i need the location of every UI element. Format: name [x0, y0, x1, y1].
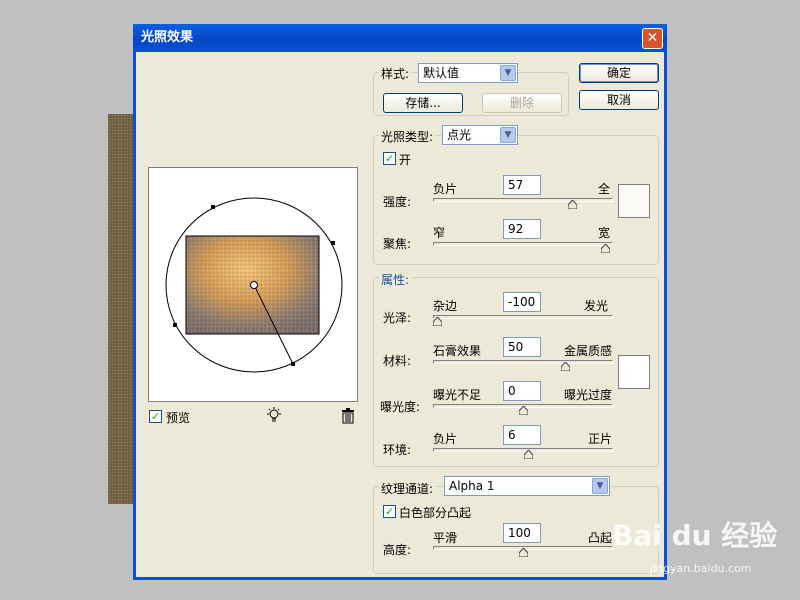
exposure-label: 曝光度:	[380, 400, 421, 414]
white-high-label: 白色部分凸起	[399, 506, 472, 520]
style-select-value: 默认值	[423, 66, 460, 80]
height-right-label: 凸起	[588, 531, 613, 545]
gloss-label: 光泽:	[383, 311, 412, 325]
light-preview-graphic[interactable]	[149, 168, 357, 401]
ellipse-handle-right[interactable]	[331, 241, 335, 245]
save-style-button[interactable]: 存储...	[383, 93, 463, 113]
gloss-slider[interactable]	[433, 315, 613, 319]
cancel-button[interactable]: 取消	[579, 90, 659, 110]
properties-color-swatch[interactable]	[618, 355, 650, 389]
ambience-label: 环境:	[383, 443, 412, 457]
watermark-logo: Bai du 经验	[612, 519, 778, 552]
intensity-right-label: 全	[598, 182, 611, 196]
light-center-handle[interactable]	[250, 281, 258, 289]
texture-channel-select[interactable]: Alpha 1 ▼	[444, 476, 610, 496]
chevron-down-icon: ▼	[500, 127, 516, 143]
exposure-left-label: 曝光不足	[433, 388, 482, 402]
material-left-label: 石膏效果	[433, 344, 482, 358]
ellipse-handle-left[interactable]	[173, 323, 177, 327]
close-icon: ✕	[646, 30, 659, 46]
intensity-left-label: 负片	[433, 182, 458, 196]
texture-channel-label: 纹理通道:	[379, 480, 436, 497]
light-type-select[interactable]: 点光 ▼	[442, 125, 518, 145]
intensity-slider[interactable]	[433, 198, 613, 202]
focus-label: 聚焦:	[383, 237, 412, 251]
gloss-left-label: 杂边	[433, 299, 458, 313]
light-color-swatch[interactable]	[618, 184, 650, 218]
height-slider-thumb[interactable]	[518, 548, 528, 557]
preview-checkbox[interactable]: ✓	[149, 410, 162, 423]
properties-label: 属性:	[379, 271, 412, 288]
white-high-checkbox[interactable]: ✓	[383, 505, 396, 518]
ambience-input[interactable]: 6	[503, 425, 541, 445]
height-left-label: 平滑	[433, 531, 458, 545]
gloss-input[interactable]: -100	[503, 292, 541, 312]
material-slider-thumb[interactable]	[561, 362, 571, 371]
title-bar[interactable]: 光照效果 ✕	[133, 24, 667, 52]
trash-icon[interactable]	[341, 408, 355, 424]
style-select[interactable]: 默认值 ▼	[418, 63, 518, 83]
style-label: 样式:	[379, 65, 412, 82]
light-bulb-icon[interactable]	[266, 407, 282, 425]
focus-right-label: 宽	[598, 226, 611, 240]
exposure-input[interactable]: 0	[503, 381, 541, 401]
exposure-slider-thumb[interactable]	[518, 406, 528, 415]
ambience-right-label: 正片	[588, 432, 613, 446]
ok-button[interactable]: 确定	[579, 63, 659, 83]
exposure-right-label: 曝光过度	[564, 388, 613, 402]
material-input[interactable]: 50	[503, 337, 541, 357]
intensity-label: 强度:	[383, 195, 412, 209]
chevron-down-icon: ▼	[500, 65, 516, 81]
focus-left-label: 窄	[433, 226, 446, 240]
preview-label: 预览	[166, 411, 191, 425]
light-on-label: 开	[399, 153, 412, 167]
chevron-down-icon: ▼	[592, 478, 608, 494]
preview-pane[interactable]	[148, 167, 358, 402]
ambience-left-label: 负片	[433, 432, 458, 446]
light-type-value: 点光	[447, 128, 472, 142]
intensity-slider-thumb[interactable]	[568, 200, 578, 209]
focus-slider[interactable]	[433, 242, 613, 246]
gloss-slider-thumb[interactable]	[433, 317, 442, 326]
watermark-url: jingyan.baidu.com	[650, 562, 752, 575]
close-button[interactable]: ✕	[642, 28, 663, 49]
intensity-input[interactable]: 57	[503, 175, 541, 195]
material-slider[interactable]	[433, 360, 613, 364]
light-on-checkbox[interactable]: ✓	[383, 152, 396, 165]
material-label: 材料:	[383, 354, 412, 368]
delete-style-button[interactable]: 删除	[482, 93, 562, 113]
ambience-slider-thumb[interactable]	[523, 450, 533, 459]
gloss-right-label: 发光	[584, 299, 609, 313]
focus-input[interactable]: 92	[503, 219, 541, 239]
height-input[interactable]: 100	[503, 523, 541, 543]
material-right-label: 金属质感	[564, 344, 613, 358]
texture-channel-value: Alpha 1	[449, 479, 495, 493]
lighting-effects-dialog: 光照效果 ✕ ✓ 预览 样式: 默认值 ▼ 存储... 删除 确定 取消 光照类…	[133, 24, 667, 580]
ellipse-handle-bottom[interactable]	[291, 362, 295, 366]
ellipse-handle-top[interactable]	[211, 205, 215, 209]
dialog-title: 光照效果	[141, 30, 194, 45]
light-type-label: 光照类型:	[379, 128, 436, 145]
height-label: 高度:	[383, 543, 412, 557]
focus-slider-thumb[interactable]	[600, 244, 610, 253]
